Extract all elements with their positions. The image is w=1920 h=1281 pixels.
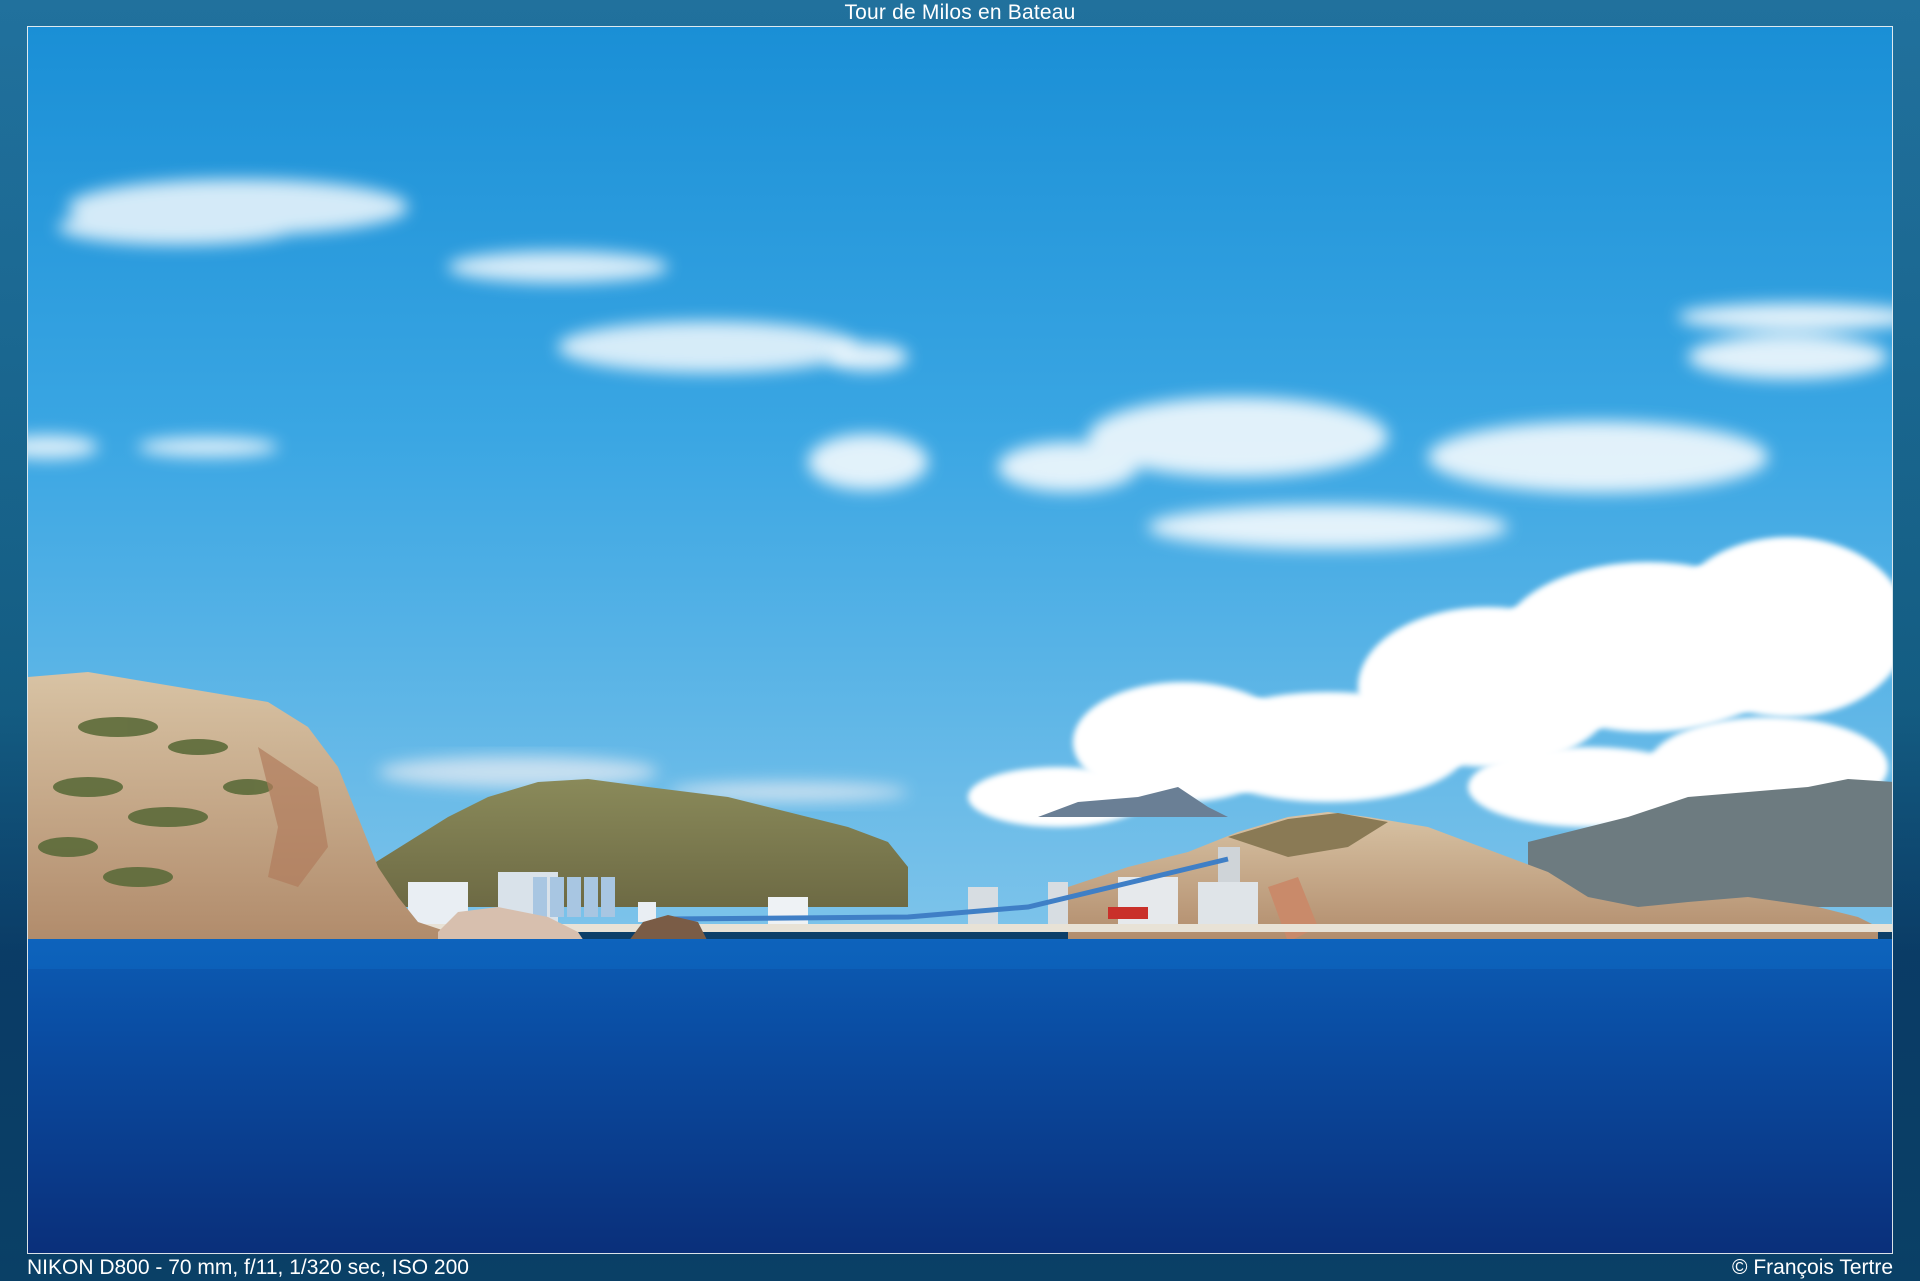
sea-horizon-band [28, 939, 1892, 969]
photo-title: Tour de Milos en Bateau [844, 1, 1076, 24]
exif-caption: NIKON D800 - 70 mm, f/11, 1/320 sec, ISO… [27, 1256, 469, 1279]
copyright-caption: © François Tertre [1732, 1256, 1893, 1279]
photo-frame[interactable] [27, 26, 1893, 1254]
sea [28, 939, 1892, 1253]
shoreline [378, 924, 1892, 932]
photo-viewer: Tour de Milos en Bateau NIKON D800 - 70 … [0, 0, 1920, 1281]
landscape-photo [28, 27, 1892, 1253]
